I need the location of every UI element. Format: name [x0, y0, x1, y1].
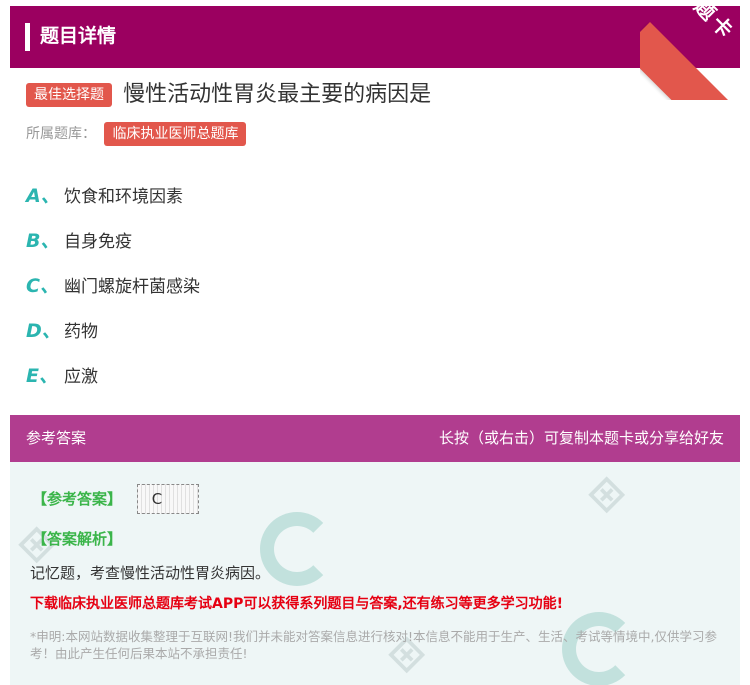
disclaimer-text: *申明:本网站数据收集整理于互联网!我们并未能对答案信息进行核对!本信息不能用于…	[30, 629, 717, 661]
ribbon-label: 题卡	[689, 0, 741, 46]
option-d[interactable]: D、 药物	[26, 307, 200, 352]
answer-panel: ⊞ ⊞ ⊞ 【参考答案】 C 【答案解析】 记忆题，考查慢性活动性胃炎病因。 下…	[10, 462, 740, 685]
option-e[interactable]: E、 应激	[26, 352, 200, 397]
option-letter: E、	[26, 365, 58, 387]
option-text: 饮食和环境因素	[64, 187, 183, 207]
watermark-icon: ⊞	[579, 467, 633, 521]
question-text: 慢性活动性胃炎最主要的病因是	[123, 82, 432, 107]
answer-value[interactable]: C	[136, 484, 199, 514]
option-text: 幽门螺旋杆菌感染	[64, 277, 200, 297]
option-letter: D、	[26, 320, 61, 342]
analysis-text: 记忆题，考查慢性活动性胃炎病因。	[30, 564, 271, 582]
option-text: 自身免疫	[64, 232, 132, 252]
option-text: 药物	[64, 322, 98, 342]
header-accent-bar	[25, 23, 30, 51]
option-c[interactable]: C、 幽门螺旋杆菌感染	[26, 262, 200, 307]
reference-answer-row: 【参考答案】 C	[32, 484, 199, 514]
option-letter: B、	[26, 230, 60, 252]
answer-section-title: 参考答案	[26, 429, 87, 447]
app-download-promo[interactable]: 下载临床执业医师总题库考试APP可以获得系列题目与答案,还有练习等更多学习功能!	[30, 593, 563, 613]
page-header: 题目详情	[10, 6, 740, 68]
question-stem: 最佳选择题 慢性活动性胃炎最主要的病因是	[26, 80, 726, 110]
page-title: 题目详情	[40, 25, 117, 47]
question-source: 所属题库： 临床执业医师总题库	[26, 122, 247, 146]
option-text: 应激	[64, 367, 98, 387]
analysis-label-row: 【答案解析】	[32, 528, 122, 549]
source-badge[interactable]: 临床执业医师总题库	[104, 122, 247, 146]
options-list: A、 饮食和环境因素 B、 自身免疫 C、 幽门螺旋杆菌感染 D、 药物 E、 …	[26, 172, 200, 397]
option-a[interactable]: A、 饮食和环境因素	[26, 172, 200, 217]
analysis-label: 【答案解析】	[32, 530, 123, 548]
option-letter: A、	[26, 185, 60, 207]
question-type-badge: 最佳选择题	[26, 83, 112, 107]
option-letter: C、	[26, 275, 59, 297]
answer-section-header: 参考答案 长按（或右击）可复制本题卡或分享给好友	[10, 415, 740, 462]
answer-label: 【参考答案】	[32, 490, 123, 508]
share-hint: 长按（或右击）可复制本题卡或分享给好友	[438, 429, 724, 447]
option-b[interactable]: B、 自身免疫	[26, 217, 200, 262]
watermark-logo-icon	[260, 512, 334, 586]
source-label: 所属题库：	[26, 126, 96, 142]
